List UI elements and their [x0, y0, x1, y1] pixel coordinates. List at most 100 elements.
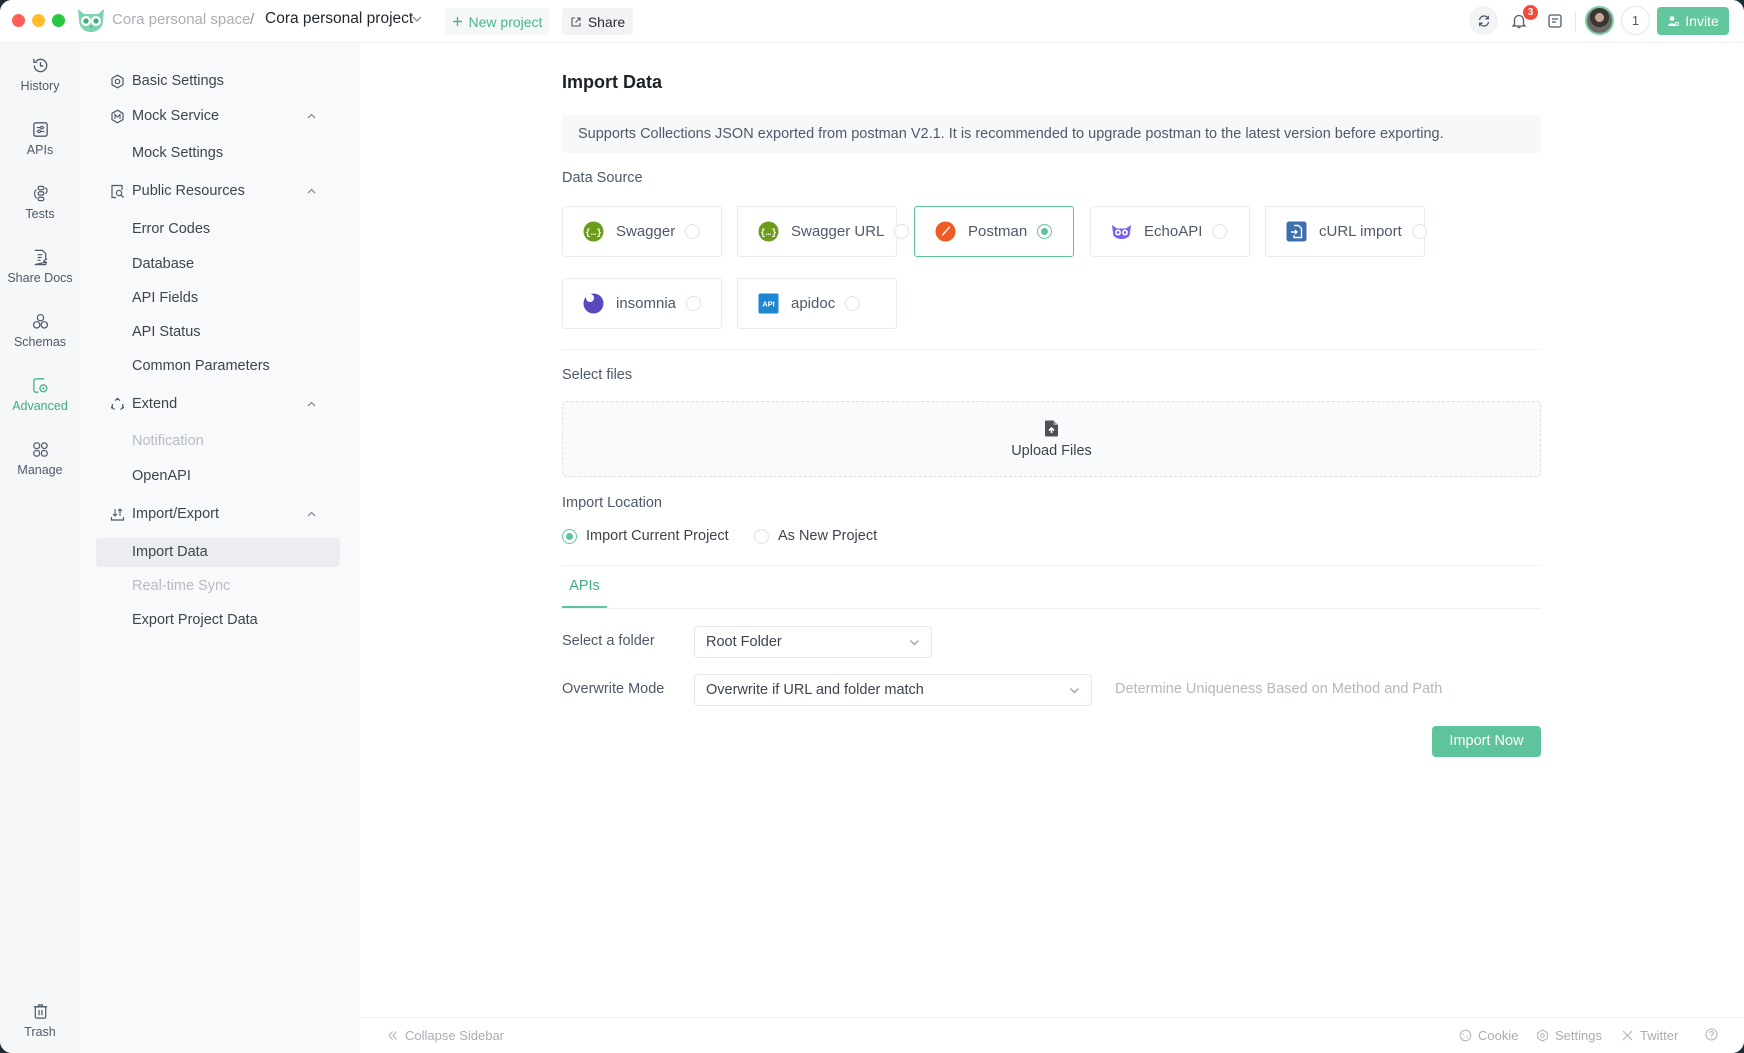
sidebar-label: Notification	[132, 433, 204, 449]
owl-logo-icon[interactable]	[75, 6, 107, 34]
source-card-echoapi[interactable]: EchoAPI	[1090, 206, 1250, 257]
folder-label: Select a folder	[562, 633, 655, 649]
as-new-project-option[interactable]: As New Project	[754, 528, 877, 544]
invite-user-icon	[1668, 16, 1680, 27]
breadcrumb-workspace[interactable]: Cora personal space	[112, 10, 250, 30]
collapse-sidebar-button[interactable]: Collapse Sidebar	[386, 1028, 504, 1043]
sidebar-group-import-export[interactable]: Import/Export	[96, 500, 340, 529]
advanced-icon	[32, 378, 47, 393]
sidebar-item-error-codes[interactable]: Error Codes	[96, 215, 340, 244]
breadcrumb-project[interactable]: Cora personal project	[265, 9, 413, 29]
source-card-curl[interactable]: cURL import	[1265, 206, 1427, 257]
source-radio[interactable]	[845, 296, 861, 311]
chevron-up-icon[interactable]	[306, 509, 317, 520]
history-icon	[32, 58, 47, 73]
rail-item-tests[interactable]: Tests	[0, 181, 80, 237]
apidoc-icon: API	[758, 293, 779, 314]
source-card-insomnia[interactable]: insomnia	[562, 278, 722, 329]
svg-text:{…}: {…}	[585, 228, 601, 238]
window-maximize-button[interactable]	[52, 14, 65, 27]
rail-item-history[interactable]: History	[0, 53, 80, 109]
help-button[interactable]	[1705, 1028, 1718, 1041]
user-avatar[interactable]	[1585, 6, 1614, 35]
overwrite-mode-select[interactable]: Overwrite if URL and folder match	[694, 674, 1092, 706]
chevron-down-icon	[1070, 688, 1079, 694]
rail-item-trash[interactable]: Trash	[0, 999, 80, 1053]
sidebar-item-basic-settings[interactable]: Basic Settings	[96, 67, 340, 96]
document-icon[interactable]	[1546, 12, 1564, 30]
x-twitter-icon	[1622, 1030, 1633, 1041]
source-label: EchoAPI	[1144, 223, 1203, 240]
member-count[interactable]: 1	[1621, 6, 1650, 35]
section-divider	[562, 565, 1541, 566]
sidebar-item-api-fields[interactable]: API Fields	[96, 284, 340, 313]
apidoc-icon-text: API	[762, 300, 775, 309]
trash-icon	[33, 1004, 47, 1019]
sidebar-group-mock-service[interactable]: Mock Service	[96, 102, 340, 131]
chevron-up-icon[interactable]	[306, 186, 317, 197]
twitter-link[interactable]: Twitter	[1621, 1028, 1678, 1043]
source-radio[interactable]	[1037, 224, 1053, 239]
sidebar-item-mock-settings[interactable]: Mock Settings	[96, 139, 340, 168]
folder-select-value: Root Folder	[706, 634, 782, 650]
settings-label: Settings	[1555, 1028, 1602, 1043]
insomnia-icon	[583, 293, 604, 314]
rail-item-apis[interactable]: APIs	[0, 117, 80, 173]
sidebar-label: OpenAPI	[132, 468, 191, 484]
sidebar-group-public-resources[interactable]: Public Resources	[96, 177, 340, 206]
sidebar-item-export-project-data[interactable]: Export Project Data	[96, 606, 340, 635]
sidebar-item-import-data[interactable]: Import Data	[96, 538, 340, 567]
rail-item-share-docs[interactable]: Share Docs	[0, 245, 80, 301]
invite-button[interactable]: Invite	[1657, 7, 1729, 35]
sidebar-item-common-parameters[interactable]: Common Parameters	[96, 352, 340, 381]
source-card-swagger[interactable]: {…} Swagger	[562, 206, 722, 257]
upload-dropzone[interactable]: Upload Files	[562, 401, 1541, 477]
import-now-button[interactable]: Import Now	[1432, 726, 1541, 757]
overwrite-mode-label: Overwrite Mode	[562, 681, 665, 697]
twitter-label: Twitter	[1640, 1028, 1679, 1043]
sidebar-label: Export Project Data	[132, 612, 258, 628]
double-chevron-left-icon	[388, 1031, 397, 1040]
window-minimize-button[interactable]	[32, 14, 45, 27]
chevron-up-icon[interactable]	[306, 399, 317, 410]
sidebar-item-openapi[interactable]: OpenAPI	[96, 462, 340, 491]
cookie-label: Cookie	[1478, 1028, 1519, 1043]
rail-label: Trash	[24, 1025, 56, 1039]
manage-icon	[32, 442, 48, 457]
window-close-button[interactable]	[12, 14, 25, 27]
source-radio[interactable]	[685, 224, 701, 239]
tab-bar-border	[562, 608, 1541, 609]
resource-search-icon	[111, 184, 124, 199]
folder-select[interactable]: Root Folder	[694, 626, 932, 658]
sidebar-group-extend[interactable]: Extend	[96, 390, 340, 419]
source-radio[interactable]	[894, 224, 910, 239]
settings-icon	[1537, 1029, 1548, 1042]
source-radio[interactable]	[1411, 224, 1427, 239]
swagger-icon: {…}	[583, 221, 604, 242]
select-files-label: Select files	[562, 367, 633, 383]
echoapi-icon	[1112, 225, 1131, 239]
source-card-postman[interactable]: Postman	[914, 206, 1074, 257]
tab-apis[interactable]: APIs	[562, 578, 607, 594]
chevron-down-icon[interactable]	[411, 13, 423, 25]
source-card-swagger-url[interactable]: {…} Swagger URL	[737, 206, 910, 257]
rail-item-manage[interactable]: Manage	[0, 437, 80, 493]
rail-item-advanced[interactable]: Advanced	[0, 373, 80, 429]
new-project-button[interactable]: New project	[445, 8, 549, 35]
sidebar-item-database[interactable]: Database	[96, 250, 340, 279]
source-radio[interactable]	[686, 296, 702, 311]
chevron-up-icon[interactable]	[306, 111, 317, 122]
import-current-project-option[interactable]: Import Current Project	[562, 528, 729, 544]
settings-link[interactable]: Settings	[1536, 1028, 1602, 1043]
as-new-project-radio[interactable]	[754, 528, 769, 544]
sidebar-label: Real-time Sync	[132, 578, 231, 594]
cookie-link[interactable]: Cookie	[1459, 1028, 1518, 1043]
source-label: Postman	[968, 223, 1028, 240]
import-current-project-radio[interactable]	[562, 528, 577, 544]
import-data-panel: Import Data Supports Collections JSON ex…	[562, 0, 1541, 1000]
rail-item-schemas[interactable]: Schemas	[0, 309, 80, 365]
source-card-apidoc[interactable]: API apidoc	[737, 278, 897, 329]
plus-icon	[452, 17, 462, 26]
source-radio[interactable]	[1212, 224, 1228, 239]
sidebar-item-api-status[interactable]: API Status	[96, 318, 340, 347]
